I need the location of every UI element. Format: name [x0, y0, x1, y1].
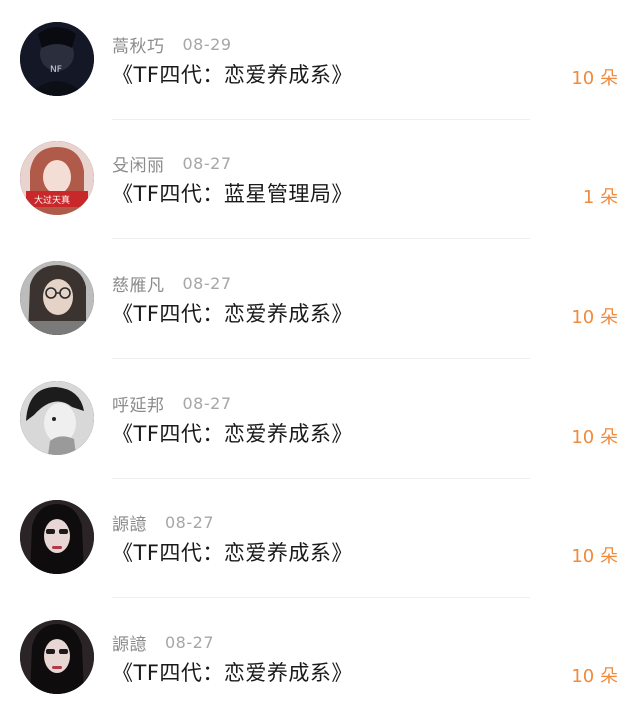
flower-count: 10 朵 — [571, 307, 618, 328]
avatar[interactable] — [20, 381, 94, 455]
list-item[interactable]: NF 蒿秋巧 08-29 《TF四代：恋爱养成系》 10 朵 — [0, 0, 640, 120]
date: 08-27 — [165, 632, 214, 652]
avatar-red-hair-girl-icon: 大过天真 — [20, 141, 94, 215]
item-meta: 謜譩 08-27 — [112, 630, 214, 655]
avatar-dark-logo-icon: NF — [20, 22, 94, 96]
work-title[interactable]: 《TF四代：蓝星管理局》 — [112, 178, 353, 208]
work-title[interactable]: 《TF四代：恋爱养成系》 — [112, 298, 353, 328]
gift-list: NF 蒿秋巧 08-29 《TF四代：恋爱养成系》 10 朵 大过天真 殳闲丽 … — [0, 0, 640, 697]
work-title[interactable]: 《TF四代：恋爱养成系》 — [112, 657, 353, 687]
username[interactable]: 謜譩 — [112, 630, 147, 655]
flower-count: 10 朵 — [571, 427, 618, 448]
flower-count: 10 朵 — [571, 546, 618, 567]
item-meta: 殳闲丽 08-27 — [112, 151, 232, 176]
list-item[interactable]: 呼延邦 08-27 《TF四代：恋爱养成系》 10 朵 — [0, 359, 640, 479]
work-title[interactable]: 《TF四代：恋爱养成系》 — [112, 59, 353, 89]
username[interactable]: 蒿秋巧 — [112, 32, 165, 57]
list-item[interactable]: 謜譩 08-27 《TF四代：恋爱养成系》 10 朵 — [0, 478, 640, 598]
username[interactable]: 慈雁凡 — [112, 271, 165, 296]
avatar[interactable]: 大过天真 — [20, 141, 94, 215]
date: 08-27 — [182, 273, 232, 293]
flower-count: 10 朵 — [571, 666, 618, 687]
svg-text:大过天真: 大过天真 — [34, 194, 70, 206]
avatar-dark-sunglasses-girl-icon — [20, 620, 94, 694]
avatar[interactable] — [20, 620, 94, 694]
avatar-glasses-girl-icon — [20, 261, 94, 335]
svg-text:NF: NF — [50, 65, 62, 75]
item-meta: 慈雁凡 08-27 — [112, 271, 232, 296]
date: 08-27 — [182, 393, 232, 413]
list-item[interactable]: 謜譩 08-27 《TF四代：恋爱养成系》 10 朵 — [0, 598, 640, 718]
flower-count: 10 朵 — [571, 68, 618, 89]
item-meta: 呼延邦 08-27 — [112, 391, 232, 416]
item-meta: 謜譩 08-27 — [112, 510, 214, 535]
date: 08-27 — [182, 153, 232, 173]
username[interactable]: 殳闲丽 — [112, 151, 165, 176]
list-item[interactable]: 慈雁凡 08-27 《TF四代：恋爱养成系》 10 朵 — [0, 239, 640, 359]
item-meta: 蒿秋巧 08-29 — [112, 32, 232, 57]
username[interactable]: 呼延邦 — [112, 391, 165, 416]
work-title[interactable]: 《TF四代：恋爱养成系》 — [112, 537, 353, 567]
avatar[interactable]: NF — [20, 22, 94, 96]
avatar[interactable] — [20, 261, 94, 335]
username[interactable]: 謜譩 — [112, 510, 147, 535]
avatar[interactable] — [20, 500, 94, 574]
work-title[interactable]: 《TF四代：恋爱养成系》 — [112, 418, 353, 448]
avatar-dark-sunglasses-girl-icon — [20, 500, 94, 574]
list-item[interactable]: 大过天真 殳闲丽 08-27 《TF四代：蓝星管理局》 1 朵 — [0, 119, 640, 239]
avatar-bw-boy-icon — [20, 381, 94, 455]
flower-count: 1 朵 — [582, 187, 618, 208]
date: 08-27 — [165, 512, 214, 532]
date: 08-29 — [182, 34, 232, 54]
